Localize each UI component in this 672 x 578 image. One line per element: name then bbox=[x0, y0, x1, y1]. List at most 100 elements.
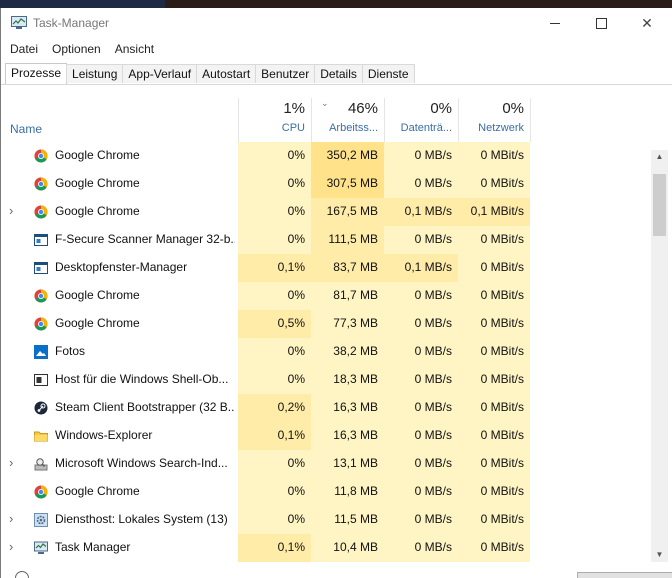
process-name: Google Chrome bbox=[55, 316, 140, 330]
disk-value: 0 MB/s bbox=[414, 428, 452, 442]
photos-icon bbox=[34, 345, 48, 359]
mem-value: 16,3 MB bbox=[333, 428, 378, 442]
maximize-button[interactable] bbox=[578, 8, 624, 38]
disk-value: 0 MB/s bbox=[414, 232, 452, 246]
close-icon: ✕ bbox=[641, 14, 653, 31]
table-row[interactable]: › Diensthost: Lokales System (13) 0% 11,5 M… bbox=[1, 506, 651, 534]
table-row[interactable]: Google Chrome 0% 11,8 MB 0 MB/s 0 MBit/s bbox=[1, 478, 651, 506]
net-value: 0 MBit/s bbox=[480, 260, 524, 274]
gear-icon bbox=[34, 513, 48, 527]
minimize-button[interactable] bbox=[532, 8, 578, 38]
tab-app-verlauf[interactable]: App-Verlauf bbox=[122, 64, 198, 83]
mem-value: 38,2 MB bbox=[333, 344, 378, 358]
memory-column-label: Arbeitss... bbox=[329, 122, 378, 134]
tab-autostart[interactable]: Autostart bbox=[196, 64, 257, 83]
scroll-down-icon[interactable]: ▼ bbox=[651, 548, 668, 562]
title-bar[interactable]: Task-Manager ✕ bbox=[1, 8, 672, 38]
tab-benutzer[interactable]: Benutzer bbox=[255, 64, 316, 83]
mem-value: 81,7 MB bbox=[333, 288, 378, 302]
cpu-value: 0,1% bbox=[238, 534, 311, 562]
tab-dienste[interactable]: Dienste bbox=[361, 64, 415, 83]
column-header-cpu[interactable]: 1% CPU bbox=[238, 98, 311, 142]
process-name: Fotos bbox=[55, 344, 86, 358]
menu-optionen[interactable]: Optionen bbox=[47, 40, 106, 58]
task-manager-app-icon bbox=[11, 16, 27, 29]
process-name: Steam Client Bootstrapper (32 B... bbox=[55, 400, 235, 414]
table-row[interactable]: Windows-Explorer 0,1% 16,3 MB 0 MB/s 0 MBit/… bbox=[1, 422, 651, 450]
process-name: Google Chrome bbox=[55, 484, 140, 498]
tab-prozesse[interactable]: Prozesse bbox=[5, 63, 68, 84]
disk-total-percent: 0% bbox=[430, 100, 452, 117]
cpu-value: 0% bbox=[287, 204, 305, 218]
table-row[interactable]: Steam Client Bootstrapper (32 B... 0,2% 16… bbox=[1, 394, 651, 422]
net-value: 0 MBit/s bbox=[480, 540, 524, 554]
process-name: Task Manager bbox=[55, 540, 131, 554]
disk-value: 0 MB/s bbox=[414, 512, 452, 526]
cpu-value: 0,1% bbox=[238, 254, 311, 282]
disk-value: 0 MB/s bbox=[414, 456, 452, 470]
network-total-percent: 0% bbox=[502, 100, 524, 117]
table-row[interactable]: Google Chrome 0,5% 77,3 MB 0 MB/s 0 MBit/s bbox=[1, 310, 651, 338]
tab-divider bbox=[1, 84, 672, 85]
process-name: F-Secure Scanner Manager 32-b... bbox=[55, 232, 235, 246]
mem-value: 11,8 MB bbox=[334, 484, 378, 498]
table-row[interactable]: Desktopfenster-Manager 0,1% 83,7 MB 0,1 MB/… bbox=[1, 254, 651, 282]
cpu-value: 0% bbox=[287, 512, 305, 526]
shell-host-icon bbox=[34, 373, 48, 387]
cpu-value: 0% bbox=[287, 148, 305, 162]
taskmanager-icon bbox=[34, 541, 48, 555]
folder-icon bbox=[34, 429, 48, 443]
app-window-icon bbox=[34, 233, 48, 247]
table-row[interactable]: › Google Chrome 0% 167,5 MB 0,1 MB/s 0,1 MBit… bbox=[1, 198, 651, 226]
cpu-column-label: CPU bbox=[281, 122, 305, 134]
net-value: 0 MBit/s bbox=[480, 288, 524, 302]
cpu-value: 0% bbox=[287, 484, 305, 498]
net-value: 0 MBit/s bbox=[480, 512, 524, 526]
net-value: 0 MBit/s bbox=[480, 372, 524, 386]
scroll-up-icon[interactable]: ▲ bbox=[651, 150, 668, 164]
expand-chevron-icon[interactable]: › bbox=[9, 506, 13, 534]
end-task-button[interactable] bbox=[577, 572, 672, 578]
cpu-value: 0% bbox=[287, 456, 305, 470]
fewer-details-icon[interactable] bbox=[15, 571, 29, 578]
disk-value: 0 MB/s bbox=[414, 400, 452, 414]
expand-chevron-icon[interactable]: › bbox=[9, 534, 13, 562]
column-separator[interactable] bbox=[530, 98, 531, 142]
footer-bar bbox=[1, 562, 672, 578]
mem-value: 18,3 MB bbox=[333, 372, 378, 386]
expand-chevron-icon[interactable]: › bbox=[9, 198, 13, 226]
cpu-value: 0,5% bbox=[238, 310, 311, 338]
net-value: 0 MBit/s bbox=[480, 456, 524, 470]
column-header: Name 1% CPU 46% Arbeitss... ⌄ 0% Datentr… bbox=[1, 98, 672, 142]
menu-ansicht[interactable]: Ansicht bbox=[110, 40, 159, 58]
cpu-value: 0% bbox=[287, 344, 305, 358]
network-column-label: Netzwerk bbox=[478, 122, 524, 134]
vertical-scrollbar[interactable]: ▲ ▼ bbox=[651, 150, 668, 562]
chrome-icon bbox=[34, 205, 48, 219]
search-indexer-icon bbox=[34, 457, 48, 471]
column-header-disk[interactable]: 0% Datenträ... bbox=[384, 98, 458, 142]
table-row[interactable]: Google Chrome 0% 350,2 MB 0 MB/s 0 MBit/s bbox=[1, 142, 651, 170]
table-row[interactable]: › Microsoft Windows Search-Ind... 0% 13,1 M… bbox=[1, 450, 651, 478]
steam-icon bbox=[34, 401, 48, 415]
table-row[interactable]: Fotos 0% 38,2 MB 0 MB/s 0 MBit/s bbox=[1, 338, 651, 366]
table-row[interactable]: F-Secure Scanner Manager 32-b... 0% 111,5 … bbox=[1, 226, 651, 254]
tab-leistung[interactable]: Leistung bbox=[66, 64, 124, 83]
menu-datei[interactable]: Datei bbox=[5, 40, 43, 58]
chrome-icon bbox=[34, 149, 48, 163]
table-row[interactable]: Google Chrome 0% 307,5 MB 0 MB/s 0 MBit/s bbox=[1, 170, 651, 198]
cpu-value: 0% bbox=[287, 372, 305, 386]
process-name: Google Chrome bbox=[55, 204, 140, 218]
tab-details[interactable]: Details bbox=[314, 64, 363, 83]
close-button[interactable]: ✕ bbox=[624, 8, 670, 38]
disk-value: 0 MB/s bbox=[414, 344, 452, 358]
scrollbar-thumb[interactable] bbox=[653, 174, 666, 236]
maximize-icon bbox=[595, 17, 607, 29]
column-header-name[interactable]: Name bbox=[1, 98, 238, 142]
mem-value: 167,5 MB bbox=[311, 198, 384, 226]
column-header-network[interactable]: 0% Netzwerk bbox=[458, 98, 530, 142]
expand-chevron-icon[interactable]: › bbox=[9, 450, 13, 478]
table-row[interactable]: › Task Manager 0,1% 10,4 MB 0 MB/s 0 MBit/s bbox=[1, 534, 651, 562]
table-row[interactable]: Google Chrome 0% 81,7 MB 0 MB/s 0 MBit/s bbox=[1, 282, 651, 310]
table-row[interactable]: Host für die Windows Shell-Ob... 0% 18,3 M… bbox=[1, 366, 651, 394]
